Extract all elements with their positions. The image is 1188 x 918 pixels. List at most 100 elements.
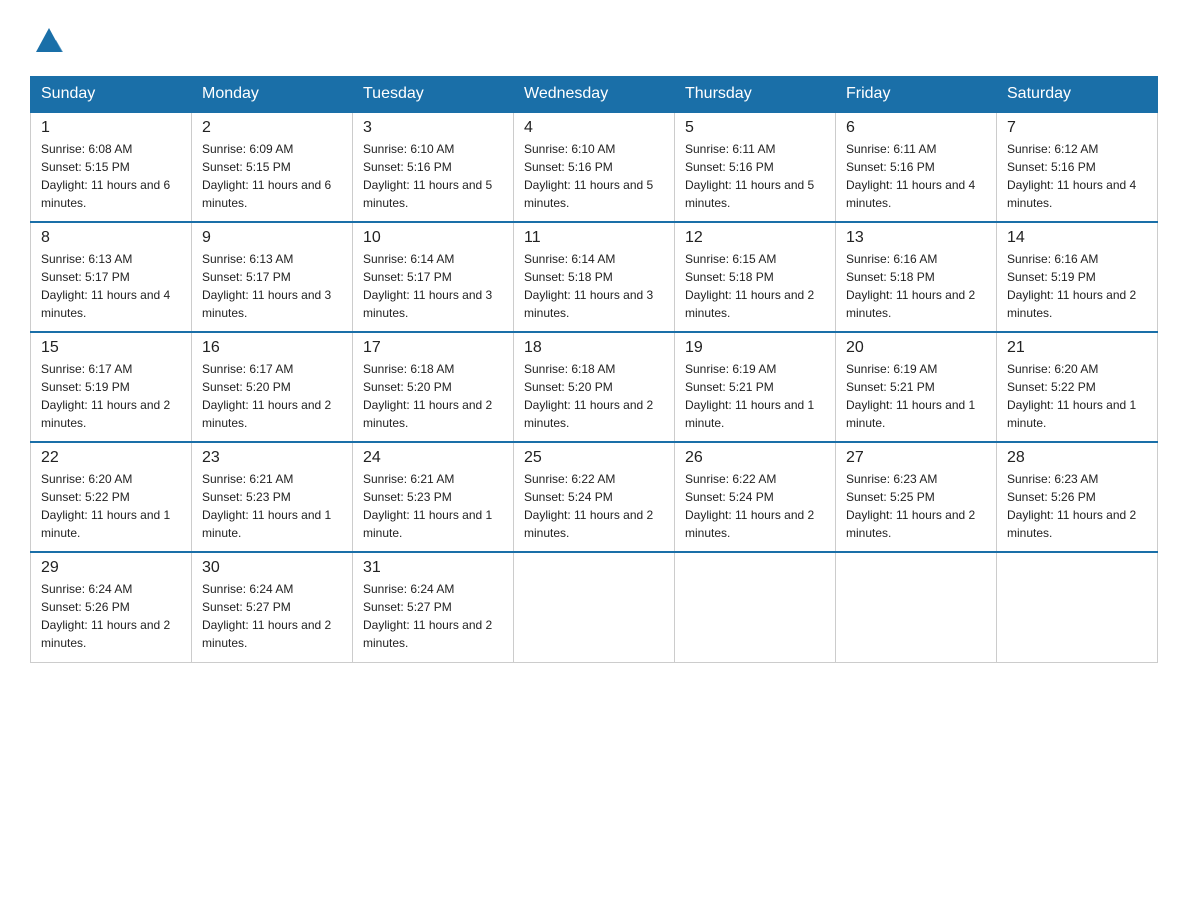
calendar-cell: 1 Sunrise: 6:08 AMSunset: 5:15 PMDaylight… bbox=[31, 112, 192, 222]
calendar-cell: 9 Sunrise: 6:13 AMSunset: 5:17 PMDaylight… bbox=[192, 222, 353, 332]
day-info: Sunrise: 6:18 AMSunset: 5:20 PMDaylight:… bbox=[363, 360, 503, 432]
calendar-cell bbox=[675, 552, 836, 662]
day-info: Sunrise: 6:08 AMSunset: 5:15 PMDaylight:… bbox=[41, 140, 181, 212]
day-info: Sunrise: 6:23 AMSunset: 5:25 PMDaylight:… bbox=[846, 470, 986, 542]
day-info: Sunrise: 6:19 AMSunset: 5:21 PMDaylight:… bbox=[685, 360, 825, 432]
calendar-cell: 24Sunrise: 6:21 AMSunset: 5:23 PMDayligh… bbox=[353, 442, 514, 552]
day-info: Sunrise: 6:22 AMSunset: 5:24 PMDaylight:… bbox=[685, 470, 825, 542]
day-info: Sunrise: 6:17 AMSunset: 5:20 PMDaylight:… bbox=[202, 360, 342, 432]
calendar-cell: 20 Sunrise: 6:19 AMSunset: 5:21 PMDayligh… bbox=[836, 332, 997, 442]
day-number: 12 bbox=[685, 229, 825, 247]
day-info: Sunrise: 6:14 AMSunset: 5:17 PMDaylight:… bbox=[363, 250, 503, 322]
calendar-cell: 27 Sunrise: 6:23 AMSunset: 5:25 PMDayligh… bbox=[836, 442, 997, 552]
calendar-cell: 17 Sunrise: 6:18 AMSunset: 5:20 PMDayligh… bbox=[353, 332, 514, 442]
day-number: 6 bbox=[846, 119, 986, 137]
day-info: Sunrise: 6:15 AMSunset: 5:18 PMDaylight:… bbox=[685, 250, 825, 322]
weekday-header-tuesday: Tuesday bbox=[353, 77, 514, 113]
day-number: 30 bbox=[202, 559, 342, 577]
calendar-cell: 25 Sunrise: 6:22 AMSunset: 5:24 PMDayligh… bbox=[514, 442, 675, 552]
week-row-1: 1 Sunrise: 6:08 AMSunset: 5:15 PMDaylight… bbox=[31, 112, 1158, 222]
day-info: Sunrise: 6:20 AMSunset: 5:22 PMDaylight:… bbox=[1007, 360, 1147, 432]
day-number: 1 bbox=[41, 119, 181, 137]
calendar-cell: 12 Sunrise: 6:15 AMSunset: 5:18 PMDayligh… bbox=[675, 222, 836, 332]
day-number: 10 bbox=[363, 229, 503, 247]
day-number: 31 bbox=[363, 559, 503, 577]
day-number: 26 bbox=[685, 449, 825, 467]
day-number: 5 bbox=[685, 119, 825, 137]
weekday-header-sunday: Sunday bbox=[31, 77, 192, 113]
day-number: 3 bbox=[363, 119, 503, 137]
day-info: Sunrise: 6:11 AMSunset: 5:16 PMDaylight:… bbox=[685, 140, 825, 212]
calendar-cell: 8 Sunrise: 6:13 AMSunset: 5:17 PMDaylight… bbox=[31, 222, 192, 332]
day-number: 11 bbox=[524, 229, 664, 247]
calendar-cell bbox=[997, 552, 1158, 662]
day-number: 4 bbox=[524, 119, 664, 137]
calendar-cell: 16 Sunrise: 6:17 AMSunset: 5:20 PMDayligh… bbox=[192, 332, 353, 442]
day-info: Sunrise: 6:09 AMSunset: 5:15 PMDaylight:… bbox=[202, 140, 342, 212]
calendar-cell: 11 Sunrise: 6:14 AMSunset: 5:18 PMDayligh… bbox=[514, 222, 675, 332]
calendar-cell: 15 Sunrise: 6:17 AMSunset: 5:19 PMDayligh… bbox=[31, 332, 192, 442]
calendar-cell: 2 Sunrise: 6:09 AMSunset: 5:15 PMDaylight… bbox=[192, 112, 353, 222]
day-number: 17 bbox=[363, 339, 503, 357]
day-number: 21 bbox=[1007, 339, 1147, 357]
day-info: Sunrise: 6:11 AMSunset: 5:16 PMDaylight:… bbox=[846, 140, 986, 212]
day-number: 9 bbox=[202, 229, 342, 247]
day-number: 16 bbox=[202, 339, 342, 357]
day-info: Sunrise: 6:23 AMSunset: 5:26 PMDaylight:… bbox=[1007, 470, 1147, 542]
logo-icon bbox=[30, 20, 68, 58]
calendar-cell: 14 Sunrise: 6:16 AMSunset: 5:19 PMDayligh… bbox=[997, 222, 1158, 332]
day-info: Sunrise: 6:21 AMSunset: 5:23 PMDaylight:… bbox=[202, 470, 342, 542]
weekday-header-monday: Monday bbox=[192, 77, 353, 113]
weekday-header-wednesday: Wednesday bbox=[514, 77, 675, 113]
calendar-cell: 30 Sunrise: 6:24 AMSunset: 5:27 PMDayligh… bbox=[192, 552, 353, 662]
day-info: Sunrise: 6:18 AMSunset: 5:20 PMDaylight:… bbox=[524, 360, 664, 432]
day-number: 14 bbox=[1007, 229, 1147, 247]
day-info: Sunrise: 6:20 AMSunset: 5:22 PMDaylight:… bbox=[41, 470, 181, 542]
day-info: Sunrise: 6:22 AMSunset: 5:24 PMDaylight:… bbox=[524, 470, 664, 542]
day-number: 29 bbox=[41, 559, 181, 577]
calendar-cell: 31 Sunrise: 6:24 AMSunset: 5:27 PMDayligh… bbox=[353, 552, 514, 662]
day-number: 25 bbox=[524, 449, 664, 467]
day-info: Sunrise: 6:21 AMSunset: 5:23 PMDaylight:… bbox=[363, 470, 503, 542]
weekday-header-row: SundayMondayTuesdayWednesdayThursdayFrid… bbox=[31, 77, 1158, 113]
day-number: 22 bbox=[41, 449, 181, 467]
day-number: 8 bbox=[41, 229, 181, 247]
day-info: Sunrise: 6:19 AMSunset: 5:21 PMDaylight:… bbox=[846, 360, 986, 432]
day-number: 27 bbox=[846, 449, 986, 467]
calendar-cell: 10 Sunrise: 6:14 AMSunset: 5:17 PMDayligh… bbox=[353, 222, 514, 332]
day-info: Sunrise: 6:17 AMSunset: 5:19 PMDaylight:… bbox=[41, 360, 181, 432]
day-number: 19 bbox=[685, 339, 825, 357]
calendar-cell: 19 Sunrise: 6:19 AMSunset: 5:21 PMDayligh… bbox=[675, 332, 836, 442]
day-info: Sunrise: 6:16 AMSunset: 5:18 PMDaylight:… bbox=[846, 250, 986, 322]
day-number: 20 bbox=[846, 339, 986, 357]
calendar-cell: 18 Sunrise: 6:18 AMSunset: 5:20 PMDayligh… bbox=[514, 332, 675, 442]
day-number: 2 bbox=[202, 119, 342, 137]
calendar-cell: 26 Sunrise: 6:22 AMSunset: 5:24 PMDayligh… bbox=[675, 442, 836, 552]
calendar-cell: 7Sunrise: 6:12 AMSunset: 5:16 PMDaylight… bbox=[997, 112, 1158, 222]
week-row-3: 15 Sunrise: 6:17 AMSunset: 5:19 PMDayligh… bbox=[31, 332, 1158, 442]
calendar-cell: 23Sunrise: 6:21 AMSunset: 5:23 PMDayligh… bbox=[192, 442, 353, 552]
calendar-cell: 29Sunrise: 6:24 AMSunset: 5:26 PMDayligh… bbox=[31, 552, 192, 662]
day-info: Sunrise: 6:12 AMSunset: 5:16 PMDaylight:… bbox=[1007, 140, 1147, 212]
day-number: 18 bbox=[524, 339, 664, 357]
week-row-2: 8 Sunrise: 6:13 AMSunset: 5:17 PMDaylight… bbox=[31, 222, 1158, 332]
page-header bbox=[30, 20, 1158, 58]
day-info: Sunrise: 6:13 AMSunset: 5:17 PMDaylight:… bbox=[41, 250, 181, 322]
day-info: Sunrise: 6:24 AMSunset: 5:27 PMDaylight:… bbox=[202, 580, 342, 652]
weekday-header-saturday: Saturday bbox=[997, 77, 1158, 113]
day-info: Sunrise: 6:16 AMSunset: 5:19 PMDaylight:… bbox=[1007, 250, 1147, 322]
weekday-header-friday: Friday bbox=[836, 77, 997, 113]
week-row-4: 22 Sunrise: 6:20 AMSunset: 5:22 PMDayligh… bbox=[31, 442, 1158, 552]
day-info: Sunrise: 6:24 AMSunset: 5:27 PMDaylight:… bbox=[363, 580, 503, 652]
day-number: 13 bbox=[846, 229, 986, 247]
calendar-table: SundayMondayTuesdayWednesdayThursdayFrid… bbox=[30, 76, 1158, 663]
calendar-cell bbox=[514, 552, 675, 662]
day-info: Sunrise: 6:14 AMSunset: 5:18 PMDaylight:… bbox=[524, 250, 664, 322]
calendar-cell: 5 Sunrise: 6:11 AMSunset: 5:16 PMDaylight… bbox=[675, 112, 836, 222]
day-info: Sunrise: 6:13 AMSunset: 5:17 PMDaylight:… bbox=[202, 250, 342, 322]
calendar-cell bbox=[836, 552, 997, 662]
calendar-cell: 4Sunrise: 6:10 AMSunset: 5:16 PMDaylight… bbox=[514, 112, 675, 222]
weekday-header-thursday: Thursday bbox=[675, 77, 836, 113]
day-number: 15 bbox=[41, 339, 181, 357]
day-number: 28 bbox=[1007, 449, 1147, 467]
